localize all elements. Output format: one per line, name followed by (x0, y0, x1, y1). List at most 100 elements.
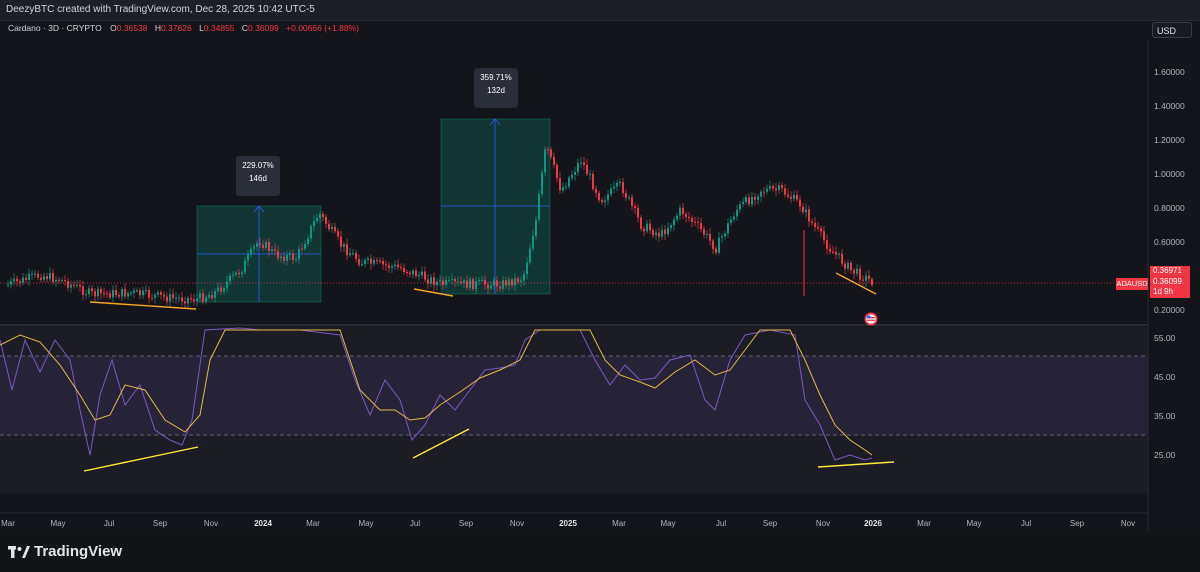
candle-body (124, 289, 126, 297)
candle-body (376, 259, 378, 261)
candle-body (748, 197, 750, 205)
candle-body (721, 236, 723, 238)
candle-body (250, 248, 252, 255)
candle-body (43, 276, 45, 280)
candle-body (409, 272, 411, 275)
candle-body (208, 294, 210, 298)
candle-body (271, 249, 273, 252)
time-tick: 2025 (559, 519, 577, 528)
candle-body (361, 263, 363, 265)
candle-body (751, 196, 753, 205)
candle-body (181, 297, 183, 302)
candle-body (301, 248, 303, 250)
candle-body (505, 280, 507, 286)
candle-body (640, 217, 642, 229)
candle-body (163, 294, 165, 297)
candlestick-series[interactable] (7, 146, 873, 310)
measure-rect-2[interactable] (440, 118, 551, 295)
candle-body (112, 289, 114, 298)
time-tick: Jul (1020, 519, 1032, 528)
candle-body (733, 216, 735, 220)
candle-body (91, 288, 93, 292)
candle-body (142, 290, 144, 296)
candle-body (262, 244, 264, 248)
measure-percent-1: 229.07% (242, 161, 274, 170)
candle-body (841, 253, 843, 264)
candle-body (547, 149, 549, 151)
candle-body (340, 236, 342, 247)
tradingview-brand[interactable]: TradingView (8, 543, 122, 560)
candle-body (514, 278, 516, 286)
candle-body (217, 287, 219, 292)
candle-body (676, 215, 678, 220)
candle-body (388, 265, 390, 268)
us-flag-event-icon[interactable] (864, 312, 878, 326)
candle-body (667, 228, 669, 235)
candle-body (862, 279, 864, 281)
candle-body (625, 193, 627, 198)
candle-body (484, 279, 486, 285)
candle-body (619, 181, 621, 184)
candle-body (55, 279, 57, 282)
candle-body (565, 186, 567, 188)
candle-body (193, 299, 195, 302)
candle-body (127, 293, 129, 297)
candle-body (781, 185, 783, 189)
candle-body (289, 253, 291, 256)
candle-body (541, 172, 543, 194)
candle-body (100, 288, 102, 294)
measure-label-1[interactable]: 229.07% 146d (236, 156, 280, 196)
candle-body (400, 267, 402, 269)
candle-body (601, 200, 603, 203)
candle-body (472, 279, 474, 289)
candle-body (331, 226, 333, 230)
candle-body (706, 233, 708, 235)
candle-body (823, 231, 825, 241)
candle-body (412, 270, 414, 275)
candle-body (166, 296, 168, 302)
price-chart-canvas[interactable] (0, 0, 1200, 572)
candle-body (685, 214, 687, 217)
price-tick: 1.40000 (1154, 101, 1185, 111)
candle-body (835, 252, 837, 255)
candle-body (679, 207, 681, 216)
candle-body (502, 280, 504, 289)
candle-body (448, 279, 450, 281)
measure-label-2[interactable]: 359.71% 132d (474, 68, 518, 108)
candle-body (277, 250, 279, 259)
candle-body (469, 279, 471, 288)
candle-body (88, 288, 90, 295)
price-support-line-1[interactable] (89, 301, 197, 310)
candle-body (556, 164, 558, 179)
candle-body (847, 262, 849, 269)
candle-body (154, 294, 156, 298)
price-tick: 0.20000 (1154, 305, 1185, 315)
price-tick: 1.20000 (1154, 135, 1185, 145)
candle-body (523, 274, 525, 281)
candle-body (31, 273, 33, 275)
time-tick: May (50, 519, 66, 528)
candle-body (16, 278, 18, 282)
candle-body (700, 222, 702, 230)
candle-body (811, 221, 813, 223)
ticker-badge: ADAUSD (1116, 278, 1148, 290)
candle-body (367, 258, 369, 261)
measure-tool-1[interactable] (196, 205, 322, 303)
candle-body (259, 243, 261, 245)
candle-body (352, 253, 354, 255)
candle-body (562, 187, 564, 191)
measure-tool-2[interactable] (440, 118, 551, 295)
time-tick: May (966, 519, 982, 528)
candle-body (814, 222, 816, 228)
candle-body (451, 279, 453, 281)
candle-body (832, 251, 834, 253)
candle-body (196, 298, 198, 302)
candle-body (643, 228, 645, 232)
candle-body (76, 284, 78, 286)
candle-body (757, 196, 759, 200)
rsi-band-fill (0, 356, 1148, 435)
candle-body (175, 297, 177, 299)
candle-body (316, 218, 318, 222)
candle-body (199, 293, 201, 299)
candle-body (247, 254, 249, 261)
